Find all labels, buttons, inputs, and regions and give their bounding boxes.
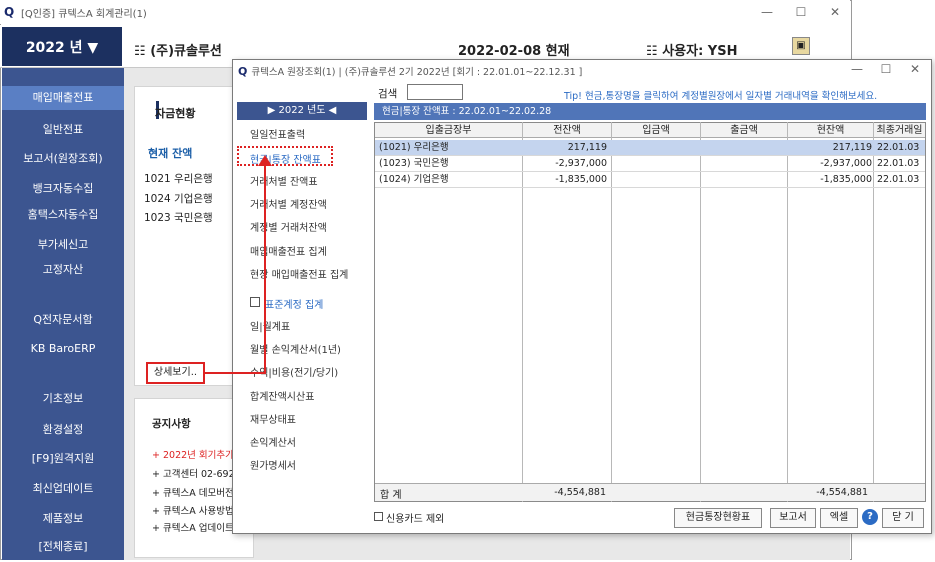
guide-arrow-line (264, 165, 266, 374)
menu-selection-highlight (237, 146, 333, 166)
standard-account-checkbox[interactable] (250, 297, 260, 307)
cell-last-date: 22.01.03 (877, 142, 920, 153)
current-date: 2022-02-08 현재 (458, 44, 570, 59)
dialog-title: 큐텍스A 원장조회(1) | (주)큐솔루션 2기 2022년 [회기 : 22… (251, 67, 583, 78)
menu-daily-monthly[interactable]: 일|월계표 (250, 318, 290, 333)
menu-client-account-balance[interactable]: 거래처별 계정잔액 (250, 196, 327, 211)
cell-last-date: 22.01.03 (877, 158, 920, 169)
bank-item[interactable]: 1021 우리은행 (144, 171, 213, 186)
column-header[interactable]: 입금액 (612, 123, 700, 138)
sidebar-item-kb-baroerp[interactable]: KB BaroERP (2, 342, 124, 355)
close-button[interactable]: ✕ (818, 0, 852, 24)
guide-arrow-head (258, 155, 272, 166)
search-input[interactable] (407, 84, 463, 100)
detail-view-button[interactable]: 상세보기.. (146, 362, 205, 384)
sidebar-item-sales-purchase[interactable]: 매입매출전표 (2, 86, 124, 110)
guide-arrow-line (205, 372, 265, 374)
list-icon: ☷ (134, 44, 151, 59)
card-exclude-checkbox[interactable] (374, 512, 383, 521)
company-name: ☷ (주)큐솔루션 (134, 44, 222, 59)
notice-item[interactable]: + 큐텍스A 업데이트 (152, 520, 234, 534)
tip-text: Tip! 현금,통장명을 클릭하여 계정별원장에서 일자별 거래내역을 확인해보… (564, 91, 878, 102)
list-icon: ☷ (646, 44, 663, 59)
table-row[interactable]: (1023) 국민은행 -2,937,000 -2,937,000 22.01.… (375, 156, 925, 172)
menu-account-client-balance[interactable]: 계정별 거래처잔액 (250, 219, 327, 234)
search-label: 검색 (378, 88, 398, 100)
menu-standard-account[interactable]: 표준계정 집계 (265, 296, 323, 311)
sidebar-item-settings[interactable]: 환경설정 (2, 421, 124, 437)
excel-button[interactable]: 엑셀 (820, 508, 858, 528)
cell-account[interactable]: (1023) 국민은행 (379, 156, 449, 172)
sum-current-balance: -4,554,881 (816, 487, 868, 498)
cash-bank-status-button[interactable]: 현금통장현황표 (674, 508, 762, 528)
notice-title: 공지사항 (152, 418, 191, 430)
main-title-bar: Q [Q인증] 큐텍스A 회계관리(1) (0, 0, 850, 24)
menu-balance-sheet[interactable]: 재무상태표 (250, 411, 296, 426)
notice-item[interactable]: + 2022년 회기추가 (152, 447, 234, 461)
report-button[interactable]: 보고서 (770, 508, 816, 528)
sidebar-item-vat[interactable]: 부가세신고 (2, 236, 124, 252)
column-header[interactable]: 현잔액 (788, 123, 873, 138)
menu-trial-balance[interactable]: 합계잔액시산표 (250, 388, 314, 403)
table-row[interactable]: (1021) 우리은행 217,119 217,119 22.01.03 (375, 140, 925, 156)
menu-cost-statement[interactable]: 원가명세서 (250, 457, 296, 472)
column-header[interactable]: 출금액 (701, 123, 787, 138)
card-exclude-label: 신용카드 제외 (386, 514, 445, 525)
cell-last-date: 22.01.03 (877, 174, 920, 185)
menu-daily-voucher[interactable]: 일일전표출력 (250, 126, 305, 141)
sidebar-item-general-voucher[interactable]: 일반전표 (2, 121, 124, 137)
cell-account[interactable]: (1024) 기업은행 (379, 172, 449, 188)
cell-current-balance: 217,119 (832, 142, 872, 153)
sum-label: 합 계 (380, 490, 402, 501)
app-logo-icon: Q (238, 64, 248, 78)
sidebar-item-fixed-assets[interactable]: 고정자산 (2, 261, 124, 277)
sidebar-item-bank-collect[interactable]: 뱅크자동수집 (2, 180, 124, 196)
fund-title: 자금현황 (155, 107, 196, 120)
dialog-close-button[interactable]: ✕ (898, 59, 932, 79)
sidebar-item-report[interactable]: 보고서(원장조회) (2, 150, 124, 166)
user-card-icon[interactable]: ▣ (792, 37, 810, 55)
grid-title: 현금|통장 잔액표 : 22.02.01~22.02.28 (374, 103, 926, 120)
user-label: ☷ 사용자: YSH (646, 44, 738, 59)
year-selector[interactable]: 2022 년 ▼ (2, 27, 122, 66)
menu-income-statement[interactable]: 손익계산서 (250, 434, 296, 449)
close-dialog-button[interactable]: 닫 기 (882, 508, 924, 528)
sidebar: 매입매출전표 일반전표 보고서(원장조회) 뱅크자동수집 홈택스자동수집 부가세… (2, 68, 124, 560)
cell-prev-balance: -2,937,000 (555, 158, 607, 169)
help-icon[interactable]: ? (862, 509, 878, 525)
sidebar-item-hometax-collect[interactable]: 홈택스자동수집 (2, 206, 124, 222)
column-header[interactable]: 전잔액 (523, 123, 611, 138)
cell-current-balance: -2,937,000 (820, 158, 872, 169)
menu-voucher-summary[interactable]: 매입매출전표 집계 (250, 243, 327, 258)
sidebar-item-product-info[interactable]: 제품정보 (2, 510, 124, 526)
notice-item[interactable]: + 큐텍스A 사용방법 (152, 503, 234, 517)
sum-prev-balance: -4,554,881 (554, 487, 606, 498)
year-nav[interactable]: ▶ 2022 년도 ◀ (237, 102, 367, 120)
table-row[interactable]: (1024) 기업은행 -1,835,000 -1,835,000 22.01.… (375, 172, 925, 188)
sidebar-item-remote-support[interactable]: [F9]원격지원 (2, 450, 124, 466)
column-header[interactable]: 입출금장부 (375, 123, 522, 138)
sidebar-item-e-docs[interactable]: Q전자문서함 (2, 311, 124, 327)
sidebar-item-update[interactable]: 최신업데이트 (2, 480, 124, 496)
cell-prev-balance: 217,119 (567, 142, 607, 153)
cell-current-balance: -1,835,000 (820, 174, 872, 185)
cell-account[interactable]: (1021) 우리은행 (379, 140, 449, 156)
column-header[interactable]: 최종거래일 (874, 123, 925, 138)
bank-item[interactable]: 1024 기업은행 (144, 191, 213, 206)
dialog-title-bar: Q 큐텍스A 원장조회(1) | (주)큐솔루션 2기 2022년 [회기 : … (234, 61, 930, 81)
menu-client-balance[interactable]: 거래처별 잔액표 (250, 173, 318, 188)
balance-title: 현재 잔액 (148, 147, 193, 160)
main-window-title: [Q인증] 큐텍스A 회계관리(1) (21, 8, 147, 20)
cell-prev-balance: -1,835,000 (555, 174, 607, 185)
app-logo-icon: Q (4, 5, 15, 19)
minimize-button[interactable]: — (750, 0, 784, 24)
maximize-button[interactable]: ☐ (784, 0, 818, 24)
notice-item[interactable]: + 큐텍스A 데모버전 (152, 485, 234, 499)
sidebar-item-basic-info[interactable]: 기초정보 (2, 390, 124, 406)
notice-item[interactable]: + 고객센터 02-6923 (152, 466, 234, 480)
bank-item[interactable]: 1023 국민은행 (144, 210, 213, 225)
sidebar-item-exit[interactable]: [전체종료] (2, 538, 124, 554)
